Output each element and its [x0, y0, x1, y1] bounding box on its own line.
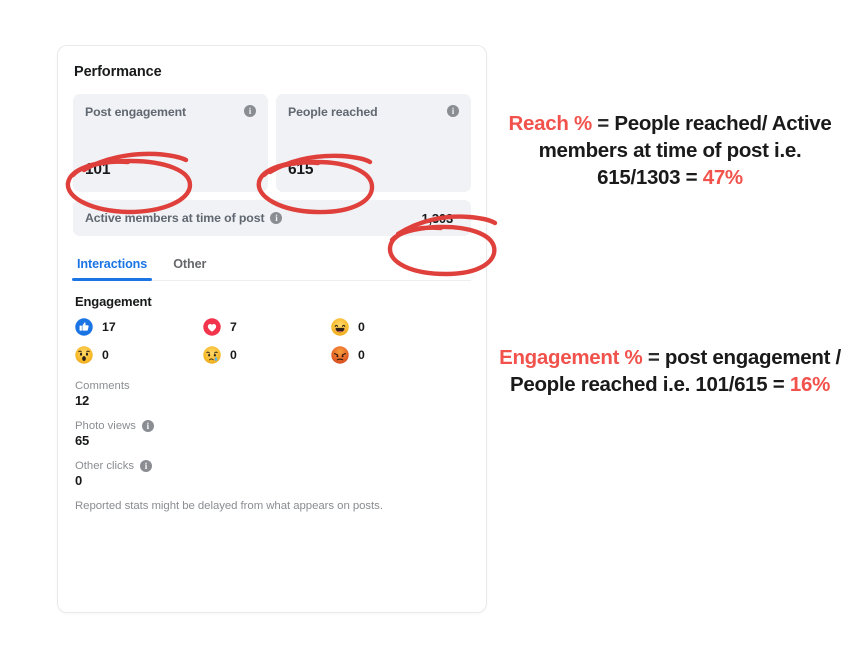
haha-reaction-icon [331, 318, 349, 336]
tab-other[interactable]: Other [171, 254, 208, 280]
metric-comments: Comments 12 [75, 380, 471, 408]
metric-label: Photo views [75, 420, 136, 432]
stat-tile-header: Post engagement i [85, 105, 256, 120]
stat-tile-label: Post engagement [85, 105, 186, 119]
note-engagement-result: 16% [789, 373, 831, 397]
note-reach-equals: = [597, 112, 609, 135]
reaction-count: 0 [102, 348, 109, 362]
stat-tile-header: Active members at time of post i [85, 211, 283, 225]
info-icon[interactable]: i [140, 460, 153, 472]
reaction-count: 0 [358, 348, 365, 362]
stat-tile-people-reached[interactable]: People reached i 615 [276, 94, 471, 192]
metric-label-row: Other clicks i [75, 460, 471, 472]
note-reach-result: 47% [702, 166, 743, 190]
info-icon[interactable]: i [141, 420, 154, 432]
metric-value: 65 [75, 433, 90, 448]
stat-tile-row: Post engagement i 101 People reached i 6… [73, 94, 471, 192]
reaction-wow[interactable]: 0 [75, 346, 203, 364]
angry-reaction-icon [331, 346, 349, 364]
reaction-grid: 17 7 0 0 0 0 [75, 318, 471, 364]
post-performance-card: Performance Post engagement i 101 People… [57, 45, 487, 613]
wow-reaction-icon [75, 346, 93, 364]
note-engagement-equals: = [647, 346, 660, 369]
metric-value: 12 [75, 393, 90, 408]
reaction-love[interactable]: 7 [203, 318, 331, 336]
tab-interactions[interactable]: Interactions [71, 254, 153, 281]
metric-value: 0 [75, 473, 83, 488]
reaction-sad[interactable]: 0 [203, 346, 331, 364]
stat-tile-post-engagement[interactable]: Post engagement i 101 [73, 94, 268, 192]
stat-tile-active-members[interactable]: Active members at time of post i 1,303 [73, 200, 471, 236]
metric-list: Comments 12 Photo views i 65 Other click… [75, 380, 471, 488]
metric-label: Other clicks [75, 460, 135, 472]
engagement-heading: Engagement [75, 294, 152, 309]
reaction-count: 0 [358, 320, 365, 334]
metric-label-row: Comments [75, 380, 471, 392]
stat-tile-value: 1,303 [421, 210, 453, 226]
info-icon[interactable]: i [447, 105, 459, 117]
reaction-count: 7 [230, 320, 237, 334]
stat-tile-label: People reached [288, 105, 378, 119]
note-engagement-formula: Engagement % = post engagement / People … [498, 344, 842, 398]
note-reach-term: Reach % [508, 112, 593, 135]
metric-other-clicks: Other clicks i 0 [75, 460, 471, 488]
reaction-haha[interactable]: 0 [331, 318, 459, 336]
insights-tabs: Interactions Other [71, 254, 471, 281]
metric-label-row: Photo views i [75, 420, 471, 432]
stat-tile-label: Active members at time of post [85, 211, 265, 225]
stat-tile-value: 615 [288, 161, 314, 178]
note-engagement-term: Engagement % [499, 346, 643, 369]
note-reach-formula: Reach % = People reached/ Active members… [498, 110, 842, 191]
metric-photo-views: Photo views i 65 [75, 420, 471, 448]
info-icon[interactable]: i [270, 212, 283, 224]
metric-label: Comments [75, 380, 130, 392]
stat-tile-value: 101 [85, 161, 111, 178]
like-reaction-icon [75, 318, 93, 336]
sad-reaction-icon [203, 346, 221, 364]
reaction-like[interactable]: 17 [75, 318, 203, 336]
page-title: Performance [74, 64, 162, 80]
love-reaction-icon [203, 318, 221, 336]
stat-tile-header: People reached i [288, 105, 459, 120]
reaction-count: 17 [102, 320, 116, 334]
reaction-count: 0 [230, 348, 237, 362]
reaction-angry[interactable]: 0 [331, 346, 459, 364]
footnote-text: Reported stats might be delayed from wha… [75, 500, 383, 512]
info-icon[interactable]: i [244, 105, 256, 117]
